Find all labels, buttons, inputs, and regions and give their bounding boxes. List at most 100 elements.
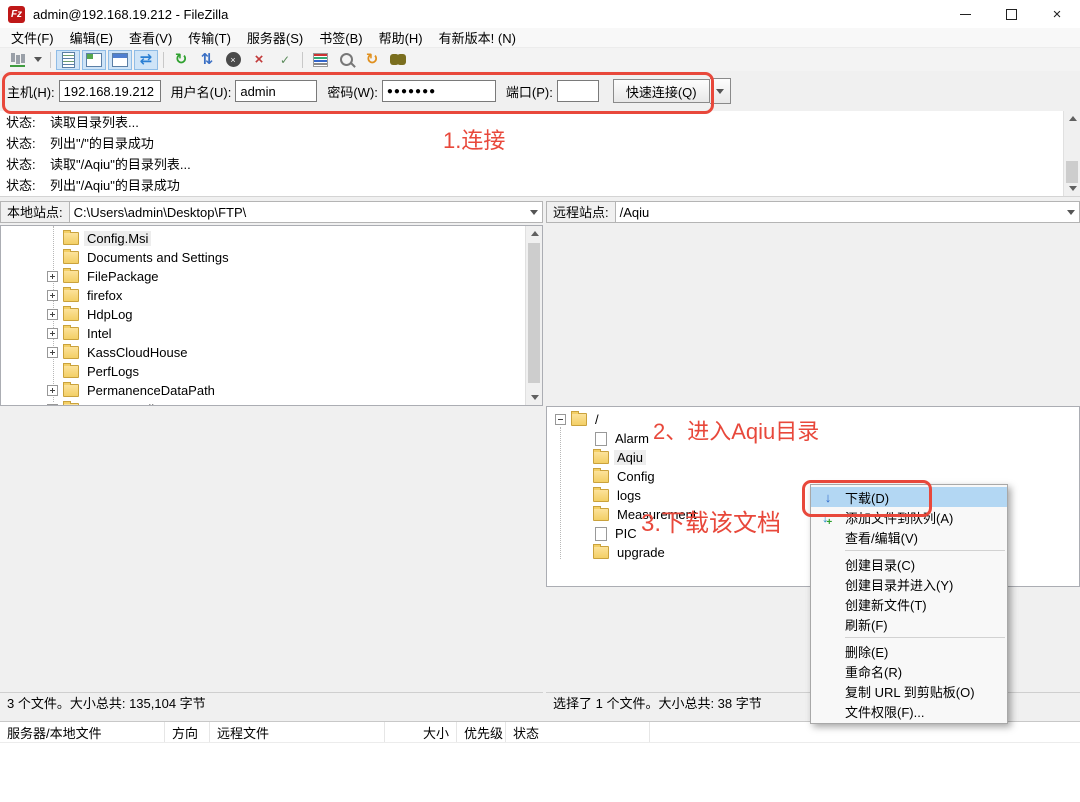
context-menu-item[interactable]: 文件权限(F)... <box>811 701 1007 721</box>
remote-site-combo[interactable]: /Aqiu <box>616 201 1080 223</box>
find-files-icon[interactable] <box>386 50 410 70</box>
tree-item-label: PermanenceDataPath <box>84 383 218 398</box>
title-bar: Fz admin@192.168.19.212 - FileZilla × <box>0 0 1080 28</box>
local-tree-item[interactable]: Program Files <box>1 400 542 406</box>
window-title: admin@192.168.19.212 - FileZilla <box>33 7 228 22</box>
site-manager-dropdown-icon[interactable] <box>31 50 45 70</box>
menu-item[interactable]: 编辑(E) <box>62 27 121 48</box>
menu-item-label: 创建目录(C) <box>845 555 915 574</box>
scroll-down-icon[interactable] <box>1064 181 1080 196</box>
local-tree-item[interactable]: Intel <box>1 324 542 343</box>
menu-item-label: 创建新文件(T) <box>845 595 927 614</box>
menu-item-label: 重命名(R) <box>845 662 902 681</box>
context-menu-item[interactable] <box>845 637 1005 638</box>
local-tree-item[interactable]: PerfLogs <box>1 362 542 381</box>
close-icon[interactable]: × <box>1034 0 1080 28</box>
toggle-local-tree-icon[interactable] <box>82 50 106 70</box>
tree-item-label: Documents and Settings <box>84 250 232 265</box>
toggle-remote-tree-icon[interactable] <box>108 50 132 70</box>
scroll-up-icon[interactable] <box>1064 111 1080 126</box>
message-log: 状态: 读取目录列表... 状态: 列出"/"的目录成功 状态: 读取"/Aqi… <box>0 111 1080 197</box>
menu-item[interactable]: 传输(T) <box>180 27 239 48</box>
disconnect-icon[interactable]: × <box>247 50 271 70</box>
local-tree-item[interactable]: KassCloudHouse <box>1 343 542 362</box>
remote-tree-item[interactable]: Aqiu <box>547 448 1079 467</box>
menu-item[interactable]: 有新版本! (N) <box>431 27 524 48</box>
chevron-down-icon[interactable] <box>530 210 538 215</box>
scroll-down-icon[interactable] <box>526 390 543 405</box>
directory-comparison-icon[interactable] <box>334 50 358 70</box>
menu-item[interactable]: 查看(V) <box>121 27 180 48</box>
context-menu-item[interactable]: 刷新(F) <box>811 614 1007 634</box>
minimize-icon[interactable] <box>942 0 988 28</box>
menu-item[interactable]: 文件(F) <box>3 27 62 48</box>
tree-expander-icon[interactable] <box>47 309 58 320</box>
toggle-message-log-icon[interactable] <box>56 50 80 70</box>
local-tree-item[interactable]: FilePackage <box>1 267 542 286</box>
chevron-down-icon[interactable] <box>1067 210 1075 215</box>
tree-expander-icon[interactable] <box>47 271 58 282</box>
reconnect-icon[interactable]: ✓ <box>273 50 297 70</box>
toggle-transfer-queue-icon[interactable]: ⇄ <box>134 50 158 70</box>
cancel-operation-icon[interactable]: × <box>221 50 245 70</box>
window-controls: × <box>942 0 1080 28</box>
scrollbar-thumb[interactable] <box>1066 161 1078 183</box>
tree-item-label: Alarm <box>612 431 652 446</box>
context-menu-item[interactable]: 创建新文件(T) <box>811 594 1007 614</box>
local-site-bar: 本地站点: C:\Users\admin\Desktop\FTP\ <box>0 200 543 224</box>
menu-item-label: 创建目录并进入(Y) <box>845 575 953 594</box>
folder-icon <box>595 432 607 446</box>
local-site-path: C:\Users\admin\Desktop\FTP\ <box>74 205 247 220</box>
tree-expander-icon[interactable] <box>47 404 58 406</box>
tree-expander-icon[interactable] <box>47 328 58 339</box>
local-tree-scrollbar[interactable] <box>525 226 542 405</box>
context-menu-item[interactable]: 创建目录并进入(Y) <box>811 574 1007 594</box>
local-site-combo[interactable]: C:\Users\admin\Desktop\FTP\ <box>70 201 543 223</box>
remote-site-label: 远程站点: <box>546 201 616 223</box>
tree-item-label: PIC <box>612 526 640 541</box>
context-menu-item[interactable]: 复制 URL 到剪贴板(O) <box>811 681 1007 701</box>
context-menu-item[interactable]: 查看/编辑(V) <box>811 527 1007 547</box>
local-tree-item[interactable]: PermanenceDataPath <box>1 381 542 400</box>
tree-expander-icon[interactable] <box>47 385 58 396</box>
queue-column-size[interactable]: 大小 <box>385 722 457 742</box>
site-manager-icon[interactable] <box>5 50 29 70</box>
local-tree-item[interactable]: HdpLog <box>1 305 542 324</box>
folder-icon <box>63 289 79 302</box>
menu-item[interactable]: 服务器(S) <box>239 27 311 48</box>
local-tree-item[interactable]: firefox <box>1 286 542 305</box>
local-tree-item[interactable]: Config.Msi <box>1 229 542 248</box>
queue-column-direction[interactable]: 方向 <box>165 722 210 742</box>
tree-item-label: FilePackage <box>84 269 162 284</box>
queue-column-remote-file[interactable]: 远程文件 <box>210 722 385 742</box>
menu-item[interactable]: 书签(B) <box>311 27 370 48</box>
synchronized-browsing-icon[interactable]: ↻ <box>360 50 384 70</box>
scrollbar-thumb[interactable] <box>528 243 540 383</box>
tree-expander-icon[interactable] <box>47 290 58 301</box>
context-menu-item[interactable]: 删除(E) <box>811 641 1007 661</box>
folder-icon <box>63 346 79 359</box>
menu-item-label: 复制 URL 到剪贴板(O) <box>845 682 975 701</box>
tree-expander-icon[interactable] <box>47 347 58 358</box>
directory-filter-icon[interactable] <box>308 50 332 70</box>
menu-item[interactable]: 帮助(H) <box>371 27 431 48</box>
tree-expander-icon[interactable] <box>555 414 566 425</box>
local-tree-item[interactable]: Documents and Settings <box>1 248 542 267</box>
scroll-up-icon[interactable] <box>526 226 543 241</box>
folder-icon <box>593 508 609 521</box>
annotation-box-download <box>802 480 932 517</box>
tree-item-label: / <box>592 412 602 427</box>
queue-column-server-local-file[interactable]: 服务器/本地文件 <box>0 722 165 742</box>
menu-item-label: 查看/编辑(V) <box>845 528 918 547</box>
queue-column-status[interactable]: 状态 <box>506 722 650 742</box>
context-menu-item[interactable] <box>845 550 1005 551</box>
context-menu-item[interactable]: 重命名(R) <box>811 661 1007 681</box>
log-scrollbar[interactable] <box>1063 111 1080 196</box>
tree-item-label: Config <box>614 469 658 484</box>
context-menu-item[interactable]: 创建目录(C) <box>811 554 1007 574</box>
maximize-icon[interactable] <box>988 0 1034 28</box>
process-queue-icon[interactable]: ⇅ <box>195 50 219 70</box>
log-line: 状态: 读取目录列表... <box>0 111 1080 132</box>
refresh-icon[interactable]: ↻ <box>169 50 193 70</box>
queue-column-priority[interactable]: 优先级 <box>457 722 506 742</box>
